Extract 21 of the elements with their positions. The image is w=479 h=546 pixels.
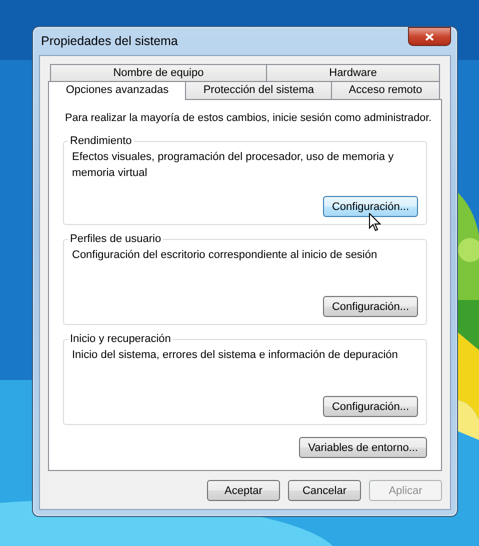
group-title: Rendimiento (69, 135, 133, 147)
settings-button[interactable]: Configuración... (322, 296, 418, 317)
tab[interactable]: Hardware (266, 64, 440, 82)
tab[interactable]: Opciones avanzadas (48, 81, 186, 100)
close-button[interactable] (408, 27, 451, 46)
settings-button[interactable]: Configuración... (322, 396, 418, 417)
window-title: Propiedades del sistema (41, 34, 178, 48)
close-icon (425, 32, 434, 40)
settings-button[interactable]: Configuración... (322, 196, 418, 217)
cursor-icon (369, 213, 381, 232)
tab[interactable]: Nombre de equipo (50, 64, 267, 82)
environment-variables-button[interactable]: Variables de entorno... (299, 437, 427, 458)
group-description: Configuración del escritorio correspondiente al inicio de sesión (72, 248, 378, 263)
group-title: Inicio y recuperación (69, 333, 172, 345)
tab[interactable]: Protección del sistema (185, 81, 332, 99)
group-title: Perfiles de usuario (69, 233, 162, 245)
group-description: Efectos visuales, programación del procesador, uso de memoria y memoria virtual (72, 150, 395, 181)
group-description: Inicio del sistema, errores del sistema e información de depuración (72, 348, 399, 363)
tab[interactable]: Acceso remoto (330, 81, 440, 99)
dialog-button[interactable]: Aceptar (207, 480, 280, 501)
dialog-button[interactable]: Cancelar (288, 480, 361, 501)
